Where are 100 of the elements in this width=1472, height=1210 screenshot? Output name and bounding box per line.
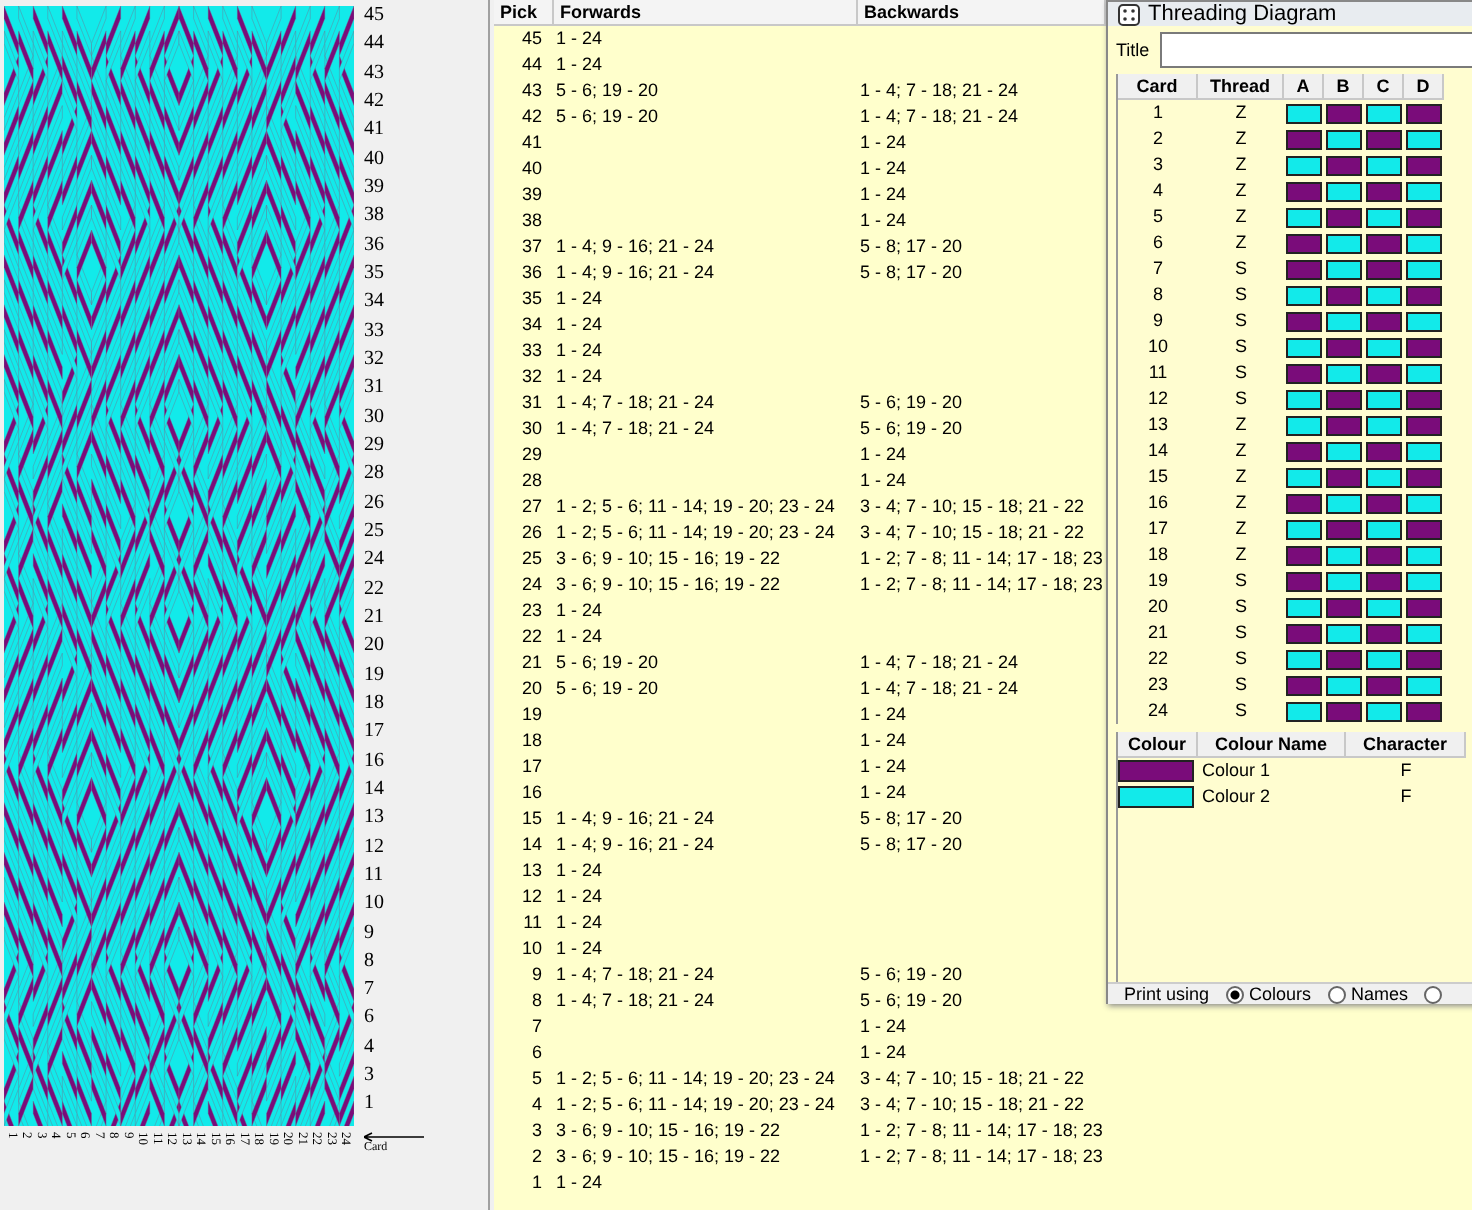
hole-swatch[interactable] [1326, 441, 1362, 461]
hole-swatch[interactable] [1286, 155, 1322, 175]
hole-swatch[interactable] [1366, 493, 1402, 513]
print-option-radio[interactable]: Names [1327, 984, 1409, 1004]
hole-swatch[interactable] [1326, 311, 1362, 331]
hole-swatch[interactable] [1326, 233, 1362, 253]
hole-swatch[interactable] [1406, 467, 1442, 487]
hole-swatch[interactable] [1286, 129, 1322, 149]
hole-swatch[interactable] [1406, 155, 1442, 175]
hole-swatch[interactable] [1406, 623, 1442, 643]
hole-swatch[interactable] [1366, 337, 1402, 357]
hole-swatch[interactable] [1286, 181, 1322, 201]
hole-swatch[interactable] [1366, 571, 1402, 591]
hole-swatch[interactable] [1326, 181, 1362, 201]
hole-swatch[interactable] [1366, 129, 1402, 149]
hole-swatch[interactable] [1366, 649, 1402, 669]
hole-swatch[interactable] [1366, 675, 1402, 695]
hole-swatch[interactable] [1406, 415, 1442, 435]
hole-swatch[interactable] [1286, 675, 1322, 695]
column-header[interactable]: Colour [1118, 732, 1198, 758]
hole-swatch[interactable] [1406, 103, 1442, 123]
column-header[interactable]: D [1404, 74, 1444, 100]
hole-swatch[interactable] [1326, 207, 1362, 227]
hole-swatch[interactable] [1286, 649, 1322, 669]
hole-swatch[interactable] [1326, 467, 1362, 487]
hole-swatch[interactable] [1286, 285, 1322, 305]
hole-swatch[interactable] [1326, 155, 1362, 175]
hole-swatch[interactable] [1286, 597, 1322, 617]
hole-swatch[interactable] [1406, 337, 1442, 357]
hole-swatch[interactable] [1366, 259, 1402, 279]
hole-swatch[interactable] [1366, 623, 1402, 643]
hole-swatch[interactable] [1326, 545, 1362, 565]
hole-swatch[interactable] [1406, 181, 1442, 201]
hole-swatch[interactable] [1286, 545, 1322, 565]
column-header[interactable]: Character [1346, 732, 1466, 758]
hole-swatch[interactable] [1366, 363, 1402, 383]
hole-swatch[interactable] [1406, 571, 1442, 591]
hole-swatch[interactable] [1366, 155, 1402, 175]
hole-swatch[interactable] [1326, 389, 1362, 409]
hole-swatch[interactable] [1326, 259, 1362, 279]
hole-swatch[interactable] [1286, 233, 1322, 253]
title-field[interactable] [1159, 32, 1472, 68]
hole-swatch[interactable] [1286, 311, 1322, 331]
hole-swatch[interactable] [1366, 389, 1402, 409]
hole-swatch[interactable] [1406, 545, 1442, 565]
hole-swatch[interactable] [1326, 285, 1362, 305]
hole-swatch[interactable] [1406, 649, 1442, 669]
hole-swatch[interactable] [1286, 441, 1322, 461]
hole-swatch[interactable] [1406, 597, 1442, 617]
hole-swatch[interactable] [1366, 415, 1402, 435]
hole-swatch[interactable] [1326, 103, 1362, 123]
column-header[interactable]: Backwards [858, 0, 1106, 26]
hole-swatch[interactable] [1286, 493, 1322, 513]
hole-swatch[interactable] [1286, 207, 1322, 227]
hole-swatch[interactable] [1326, 363, 1362, 383]
colour-swatch[interactable] [1118, 786, 1194, 808]
hole-swatch[interactable] [1406, 519, 1442, 539]
hole-swatch[interactable] [1326, 623, 1362, 643]
hole-swatch[interactable] [1326, 675, 1362, 695]
hole-swatch[interactable] [1286, 623, 1322, 643]
print-option-radio[interactable]: Colours [1225, 984, 1312, 1004]
hole-swatch[interactable] [1406, 363, 1442, 383]
hole-swatch[interactable] [1286, 467, 1322, 487]
hole-swatch[interactable] [1406, 311, 1442, 331]
hole-swatch[interactable] [1366, 207, 1402, 227]
hole-swatch[interactable] [1326, 519, 1362, 539]
hole-swatch[interactable] [1286, 259, 1322, 279]
hole-swatch[interactable] [1286, 337, 1322, 357]
hole-swatch[interactable] [1366, 181, 1402, 201]
column-header[interactable]: Forwards [554, 0, 858, 26]
hole-swatch[interactable] [1326, 493, 1362, 513]
hole-swatch[interactable] [1406, 259, 1442, 279]
hole-swatch[interactable] [1366, 545, 1402, 565]
hole-swatch[interactable] [1286, 389, 1322, 409]
hole-swatch[interactable] [1366, 103, 1402, 123]
hole-swatch[interactable] [1406, 701, 1442, 721]
hole-swatch[interactable] [1406, 207, 1442, 227]
hole-swatch[interactable] [1366, 701, 1402, 721]
hole-swatch[interactable] [1406, 129, 1442, 149]
hole-swatch[interactable] [1366, 311, 1402, 331]
hole-swatch[interactable] [1366, 467, 1402, 487]
hole-swatch[interactable] [1286, 571, 1322, 591]
hole-swatch[interactable] [1326, 597, 1362, 617]
column-header[interactable]: Thread [1198, 74, 1284, 100]
hole-swatch[interactable] [1366, 285, 1402, 305]
hole-swatch[interactable] [1286, 363, 1322, 383]
hole-swatch[interactable] [1406, 233, 1442, 253]
hole-swatch[interactable] [1326, 571, 1362, 591]
hole-swatch[interactable] [1406, 389, 1442, 409]
hole-swatch[interactable] [1406, 441, 1442, 461]
hole-swatch[interactable] [1326, 649, 1362, 669]
column-header[interactable]: B [1324, 74, 1364, 100]
hole-swatch[interactable] [1286, 415, 1322, 435]
hole-swatch[interactable] [1366, 441, 1402, 461]
column-header[interactable]: A [1284, 74, 1324, 100]
hole-swatch[interactable] [1406, 675, 1442, 695]
hole-swatch[interactable] [1366, 519, 1402, 539]
hole-swatch[interactable] [1366, 597, 1402, 617]
hole-swatch[interactable] [1366, 233, 1402, 253]
colour-swatch[interactable] [1118, 760, 1194, 782]
